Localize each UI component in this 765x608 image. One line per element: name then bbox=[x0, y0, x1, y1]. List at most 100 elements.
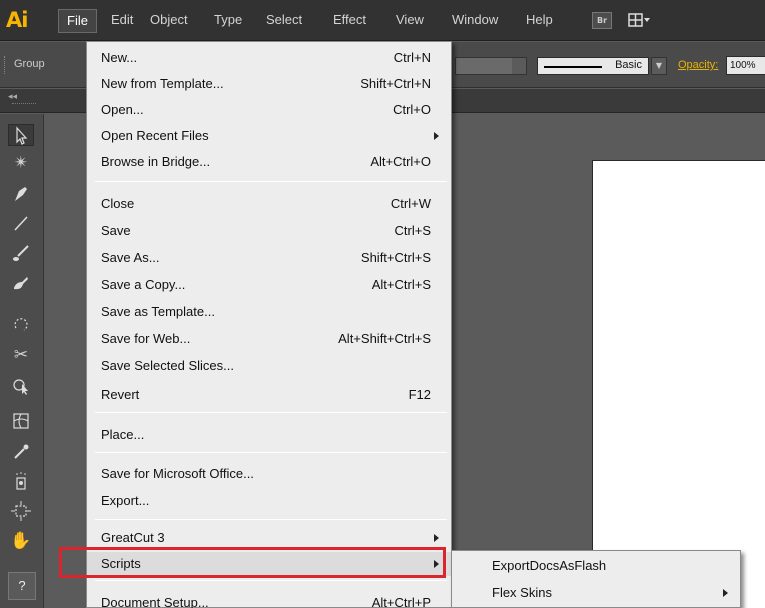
menu-item-open-recent-files[interactable]: Open Recent Files bbox=[87, 124, 451, 148]
mesh-icon[interactable] bbox=[8, 410, 34, 432]
panel-drag-handle[interactable] bbox=[12, 103, 36, 104]
menu-item-label: New... bbox=[101, 50, 138, 65]
stroke-profile-label: Basic bbox=[615, 59, 642, 71]
menu-item-label: Open... bbox=[101, 102, 144, 117]
menu-item-label: Close bbox=[101, 196, 135, 211]
menu-object[interactable]: Object bbox=[142, 11, 196, 31]
help-button[interactable]: ? bbox=[8, 572, 36, 600]
menu-item-label: Save for Web... bbox=[101, 331, 191, 346]
menu-item-exportdocsasflash[interactable]: ExportDocsAsFlash bbox=[452, 554, 740, 578]
brush-style-dropdown[interactable] bbox=[455, 57, 527, 75]
menu-separator bbox=[95, 519, 447, 520]
menu-item-shortcut: Ctrl+W bbox=[390, 196, 431, 211]
scripts-submenu: ExportDocsAsFlash Flex Skins bbox=[451, 550, 741, 608]
menu-separator bbox=[95, 412, 447, 413]
menu-item-label: Save for Microsoft Office... bbox=[101, 466, 254, 481]
tools-panel: ✴ ✂ ✋ ? bbox=[0, 114, 44, 608]
artboard-icon[interactable] bbox=[8, 500, 34, 522]
menu-item-open[interactable]: Open... Ctrl+O bbox=[87, 98, 451, 122]
menu-item-label: Save as Template... bbox=[101, 304, 215, 319]
file-menu-dropdown: New... Ctrl+N New from Template... Shift… bbox=[86, 41, 452, 608]
app-logo: Ai bbox=[6, 8, 28, 32]
submenu-arrow-icon bbox=[434, 132, 439, 140]
menu-effect[interactable]: Effect bbox=[325, 11, 374, 31]
menu-item-new[interactable]: New... Ctrl+N bbox=[87, 46, 451, 70]
menu-item-document-setup[interactable]: Document Setup... Alt+Ctrl+P bbox=[87, 591, 451, 608]
menu-type[interactable]: Type bbox=[206, 11, 250, 31]
arrange-documents-icon[interactable] bbox=[628, 12, 652, 29]
menu-item-save-for-microsoft-office[interactable]: Save for Microsoft Office... bbox=[87, 462, 451, 486]
menu-item-close[interactable]: Close Ctrl+W bbox=[87, 192, 451, 216]
chevron-down-icon[interactable]: ▼ bbox=[651, 57, 667, 75]
menu-item-browse-in-bridge[interactable]: Browse in Bridge... Alt+Ctrl+O bbox=[87, 150, 451, 174]
menu-help[interactable]: Help bbox=[518, 11, 561, 31]
shape-builder-icon[interactable] bbox=[8, 374, 34, 396]
menu-item-flex-skins[interactable]: Flex Skins bbox=[452, 581, 740, 605]
menu-item-shortcut: Alt+Shift+Ctrl+S bbox=[338, 331, 431, 346]
menu-item-label: Save a Copy... bbox=[101, 277, 186, 292]
menu-file[interactable]: File bbox=[58, 9, 97, 33]
menu-item-label: Export... bbox=[101, 493, 150, 508]
menu-item-shortcut: Shift+Ctrl+N bbox=[360, 76, 431, 91]
menu-item-save-selected-slices[interactable]: Save Selected Slices... bbox=[87, 354, 451, 378]
magic-wand-icon[interactable]: ✴ bbox=[8, 152, 34, 174]
menu-item-shortcut: Alt+Ctrl+O bbox=[370, 154, 431, 169]
menu-select[interactable]: Select bbox=[258, 11, 310, 31]
menu-item-label: Flex Skins bbox=[492, 585, 552, 600]
pen-icon[interactable] bbox=[8, 182, 34, 204]
menu-item-label: Save Selected Slices... bbox=[101, 358, 234, 373]
menu-window[interactable]: Window bbox=[444, 11, 506, 31]
menu-item-save-as-template[interactable]: Save as Template... bbox=[87, 300, 451, 324]
submenu-arrow-icon bbox=[723, 589, 728, 597]
line-segment-icon[interactable] bbox=[8, 212, 34, 234]
panel-grip[interactable] bbox=[4, 56, 7, 74]
menu-item-label: New from Template... bbox=[101, 76, 224, 91]
bridge-button[interactable]: Br bbox=[592, 12, 612, 29]
menu-item-shortcut: F12 bbox=[408, 387, 431, 402]
menu-item-revert[interactable]: Revert F12 bbox=[87, 383, 451, 407]
menu-item-save-a-copy[interactable]: Save a Copy... Alt+Ctrl+S bbox=[87, 273, 451, 297]
menu-item-label: Save bbox=[101, 223, 131, 238]
menu-bar: Ai File Edit Object Type Select Effect V… bbox=[0, 0, 765, 41]
menu-item-new-from-template[interactable]: New from Template... Shift+Ctrl+N bbox=[87, 72, 451, 96]
warp-icon[interactable]: ✂ bbox=[8, 344, 34, 366]
menu-item-label: Place... bbox=[101, 427, 145, 442]
menu-separator bbox=[95, 181, 447, 182]
rotate-icon[interactable] bbox=[8, 314, 34, 336]
collapse-panel-icon[interactable]: ◂◂ bbox=[8, 92, 17, 102]
symbol-sprayer-icon[interactable] bbox=[8, 470, 34, 492]
menu-item-shortcut: Alt+Ctrl+P bbox=[371, 595, 431, 608]
hand-icon[interactable]: ✋ bbox=[8, 530, 34, 552]
menu-item-export[interactable]: Export... bbox=[87, 489, 451, 513]
menu-item-place[interactable]: Place... bbox=[87, 423, 451, 447]
menu-view[interactable]: View bbox=[388, 11, 432, 31]
menu-item-label: Save As... bbox=[101, 250, 160, 265]
artboard-canvas[interactable] bbox=[592, 160, 765, 608]
menu-separator bbox=[95, 452, 447, 453]
menu-item-label: GreatCut 3 bbox=[101, 530, 165, 545]
menu-item-label: Open Recent Files bbox=[101, 128, 209, 143]
menu-item-label: Document Setup... bbox=[101, 595, 209, 608]
menu-item-save[interactable]: Save Ctrl+S bbox=[87, 219, 451, 243]
opacity-input[interactable]: 100% bbox=[726, 56, 765, 75]
menu-item-label: Browse in Bridge... bbox=[101, 154, 211, 169]
menu-separator bbox=[95, 580, 447, 581]
submenu-arrow-icon bbox=[434, 534, 439, 542]
opacity-link[interactable]: Opacity: bbox=[678, 59, 718, 71]
stroke-preview-line bbox=[544, 66, 602, 68]
selection-arrow-icon[interactable] bbox=[8, 124, 34, 146]
stroke-profile-dropdown[interactable]: Basic bbox=[537, 57, 649, 75]
menu-item-save-for-web[interactable]: Save for Web... Alt+Shift+Ctrl+S bbox=[87, 327, 451, 351]
menu-item-shortcut: Ctrl+O bbox=[393, 102, 431, 117]
blob-brush-icon[interactable] bbox=[8, 272, 34, 294]
menu-item-label: ExportDocsAsFlash bbox=[492, 558, 607, 573]
menu-item-shortcut: Shift+Ctrl+S bbox=[360, 250, 431, 265]
menu-item-shortcut: Ctrl+S bbox=[394, 223, 431, 238]
menu-item-shortcut: Alt+Ctrl+S bbox=[371, 277, 431, 292]
menu-item-save-as[interactable]: Save As... Shift+Ctrl+S bbox=[87, 246, 451, 270]
selection-type-label: Group bbox=[14, 58, 45, 70]
menu-edit[interactable]: Edit bbox=[103, 11, 141, 31]
eyedropper-icon[interactable] bbox=[8, 440, 34, 462]
menu-item-shortcut: Ctrl+N bbox=[393, 50, 431, 65]
paintbrush-icon[interactable] bbox=[8, 242, 34, 264]
